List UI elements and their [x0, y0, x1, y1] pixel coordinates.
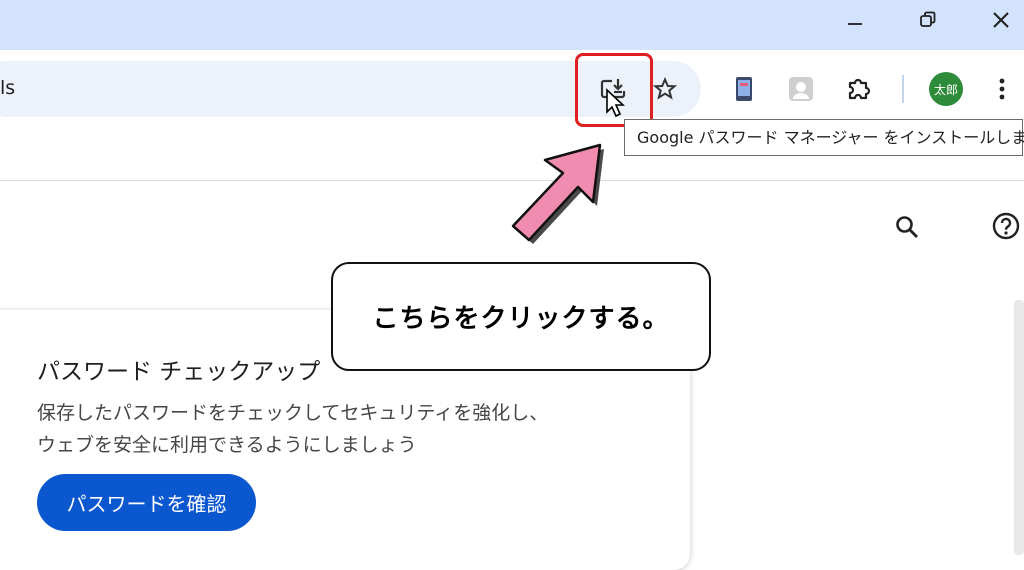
card-title: パスワード チェックアップ — [37, 359, 321, 385]
minimize-icon — [848, 23, 862, 25]
more-vert-icon — [999, 78, 1005, 100]
search-button[interactable] — [890, 210, 924, 244]
close-window-button[interactable] — [978, 0, 1024, 40]
check-passwords-button[interactable]: パスワードを確認 — [37, 474, 256, 531]
phone-extension-icon — [736, 77, 752, 101]
minimize-button[interactable] — [832, 0, 878, 40]
search-icon — [896, 216, 918, 238]
extension-button-1[interactable] — [728, 72, 760, 106]
star-icon — [653, 77, 677, 100]
address-bar-text: ls — [0, 77, 16, 99]
pointer-arrow-icon — [511, 143, 604, 244]
extensions-menu-button[interactable] — [842, 72, 876, 106]
highlight-box — [575, 53, 653, 127]
profile-extension-icon — [789, 77, 813, 101]
title-bar — [0, 0, 1024, 50]
help-button[interactable] — [988, 208, 1024, 244]
card-description-line-1: 保存したパスワードをチェックしてセキュリティを強化し、 — [37, 402, 549, 424]
extension-button-2[interactable] — [785, 72, 817, 106]
browser-menu-button[interactable] — [990, 72, 1014, 106]
help-icon — [992, 212, 1020, 240]
restore-button[interactable] — [905, 0, 951, 40]
toolbar-divider — [902, 75, 904, 103]
install-tooltip: Google パスワード マネージャー をインストールします — [624, 119, 1024, 156]
profile-avatar[interactable]: 太郎 — [929, 72, 963, 106]
card-description-line-2: ウェブを安全に利用できるようにしましょう — [37, 434, 417, 456]
close-icon — [993, 12, 1009, 28]
puzzle-icon — [848, 78, 871, 100]
restore-icon — [920, 11, 936, 27]
bookmark-button[interactable] — [648, 72, 682, 106]
profile-avatar-label: 太郎 — [933, 82, 958, 97]
card-description: 保存したパスワードをチェックしてセキュリティを強化し、 ウェブを安全に利用できる… — [37, 397, 637, 461]
scrollbar[interactable] — [1014, 300, 1024, 555]
instruction-callout: こちらをクリックする。 — [331, 262, 711, 371]
